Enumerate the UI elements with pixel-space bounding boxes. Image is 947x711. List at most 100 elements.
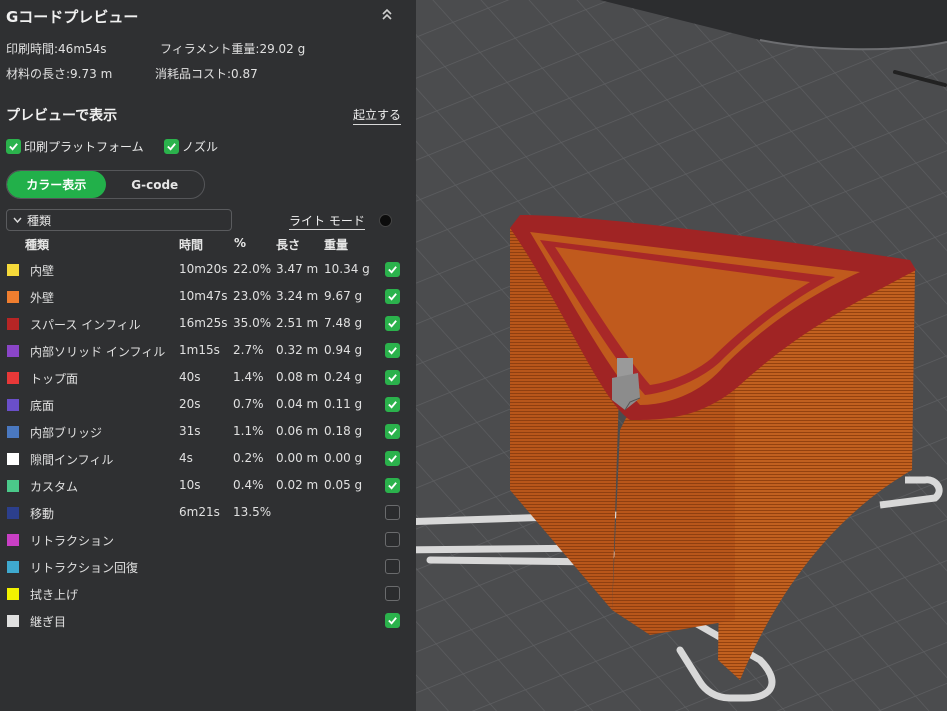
color-swatch	[7, 561, 19, 573]
column-header-length: 長さ	[276, 238, 301, 252]
row-weight: 9.67 g	[324, 289, 363, 303]
list-item: スパース インフィル 16m25s 35.0% 2.51 m 7.48 g	[0, 310, 416, 337]
row-length: 3.47 m	[276, 262, 319, 276]
type-dropdown-value: 種類	[27, 213, 52, 228]
material-length: 材料の長さ:9.73 m	[6, 67, 113, 81]
visibility-checkbox[interactable]	[385, 424, 400, 439]
row-weight: 7.48 g	[324, 316, 363, 330]
visibility-checkbox[interactable]	[385, 532, 400, 547]
show-nozzle-toggle[interactable]: ノズル	[164, 138, 218, 155]
color-swatch	[7, 372, 19, 384]
list-item: リトラクション	[0, 526, 416, 553]
list-item: 移動 6m21s 13.5%	[0, 499, 416, 526]
visibility-checkbox[interactable]	[385, 451, 400, 466]
row-weight: 0.94 g	[324, 343, 363, 357]
visibility-checkbox[interactable]	[385, 613, 400, 628]
list-item: トップ面 40s 1.4% 0.08 m 0.24 g	[0, 364, 416, 391]
row-weight: 0.05 g	[324, 478, 363, 492]
row-name: 継ぎ目	[30, 615, 67, 629]
print-time: 印刷時間:46m54s	[6, 42, 107, 56]
list-item: 継ぎ目	[0, 607, 416, 634]
row-time: 31s	[179, 424, 201, 438]
checkmark-icon	[388, 428, 397, 436]
row-time: 10m47s	[179, 289, 228, 303]
row-name: スパース インフィル	[30, 318, 141, 332]
preview-section-title: プレビューで表示	[6, 108, 118, 124]
visibility-checkbox[interactable]	[385, 586, 400, 601]
row-name: 底面	[30, 399, 55, 413]
visibility-checkbox[interactable]	[385, 262, 400, 277]
row-percent: 0.2%	[233, 451, 264, 465]
double-chevron-up-icon[interactable]	[382, 8, 392, 24]
row-name: 拭き上げ	[30, 588, 79, 602]
row-percent: 2.7%	[233, 343, 264, 357]
row-weight: 0.11 g	[324, 397, 363, 411]
row-percent: 35.0%	[233, 316, 272, 330]
row-time: 1m15s	[179, 343, 220, 357]
list-item: 外壁 10m47s 23.0% 3.24 m 9.67 g	[0, 283, 416, 310]
visibility-checkbox[interactable]	[385, 505, 400, 520]
row-percent: 1.1%	[233, 424, 264, 438]
show-nozzle-label: ノズル	[182, 140, 219, 154]
row-weight: 0.18 g	[324, 424, 363, 438]
show-nozzle-checkbox[interactable]	[164, 139, 179, 154]
visibility-checkbox[interactable]	[385, 478, 400, 493]
color-swatch	[7, 615, 19, 627]
row-time: 16m25s	[179, 316, 228, 330]
column-header-weight: 重量	[324, 238, 349, 252]
row-length: 0.00 m	[276, 451, 319, 465]
row-time: 10s	[179, 478, 201, 492]
row-time: 20s	[179, 397, 201, 411]
row-name: 内部ソリッド インフィル	[30, 345, 166, 359]
row-percent: 0.7%	[233, 397, 264, 411]
checkmark-icon	[388, 374, 397, 382]
checkmark-icon	[388, 320, 397, 328]
row-name: 内部ブリッジ	[30, 426, 103, 440]
row-name: 移動	[30, 507, 55, 521]
color-swatch	[7, 399, 19, 411]
row-length: 0.02 m	[276, 478, 319, 492]
row-time: 10m20s	[179, 262, 228, 276]
row-length: 0.04 m	[276, 397, 319, 411]
list-item: 底面 20s 0.7% 0.04 m 0.11 g	[0, 391, 416, 418]
row-weight: 0.24 g	[324, 370, 363, 384]
tab-gcode[interactable]: G-code	[106, 171, 205, 198]
type-dropdown[interactable]: 種類	[6, 209, 232, 231]
color-swatch	[7, 588, 19, 600]
list-item: 内部ブリッジ 31s 1.1% 0.06 m 0.18 g	[0, 418, 416, 445]
filament-weight: フィラメント重量:29.02 g	[160, 42, 306, 56]
checkmark-icon	[388, 401, 397, 409]
tab-color-display[interactable]: カラー表示	[7, 171, 106, 198]
show-plate-toggle[interactable]: 印刷プラットフォーム	[6, 138, 144, 155]
visibility-checkbox[interactable]	[385, 559, 400, 574]
visibility-checkbox[interactable]	[385, 289, 400, 304]
light-mode-radio[interactable]	[379, 214, 392, 227]
visibility-checkbox[interactable]	[385, 397, 400, 412]
show-plate-checkbox[interactable]	[6, 139, 21, 154]
list-item: カスタム 10s 0.4% 0.02 m 0.05 g	[0, 472, 416, 499]
column-header-time: 時間	[179, 238, 204, 252]
panel-title: Gコードプレビュー	[6, 8, 139, 26]
stand-up-link[interactable]: 起立する	[353, 106, 402, 125]
checkmark-icon	[388, 293, 397, 301]
light-mode-link[interactable]: ライト モード	[289, 212, 365, 230]
checkmark-icon	[388, 482, 397, 490]
row-length: 2.51 m	[276, 316, 319, 330]
column-header-type: 種類	[25, 238, 50, 252]
color-swatch	[7, 291, 19, 303]
chevron-down-icon	[13, 215, 22, 226]
color-swatch	[7, 534, 19, 546]
checkmark-icon	[388, 347, 397, 355]
row-weight: 10.34 g	[324, 262, 370, 276]
checkmark-icon	[388, 455, 397, 463]
row-name: リトラクション	[30, 534, 115, 548]
visibility-checkbox[interactable]	[385, 316, 400, 331]
color-swatch	[7, 345, 19, 357]
visibility-checkbox[interactable]	[385, 343, 400, 358]
gcode-preview-panel: Gコードプレビュー 印刷時間:46m54s フィラメント重量:29.02 g 材…	[0, 0, 416, 711]
list-item: 拭き上げ	[0, 580, 416, 607]
visibility-checkbox[interactable]	[385, 370, 400, 385]
row-name: 内壁	[30, 264, 55, 278]
row-percent: 0.4%	[233, 478, 264, 492]
color-swatch	[7, 507, 19, 519]
